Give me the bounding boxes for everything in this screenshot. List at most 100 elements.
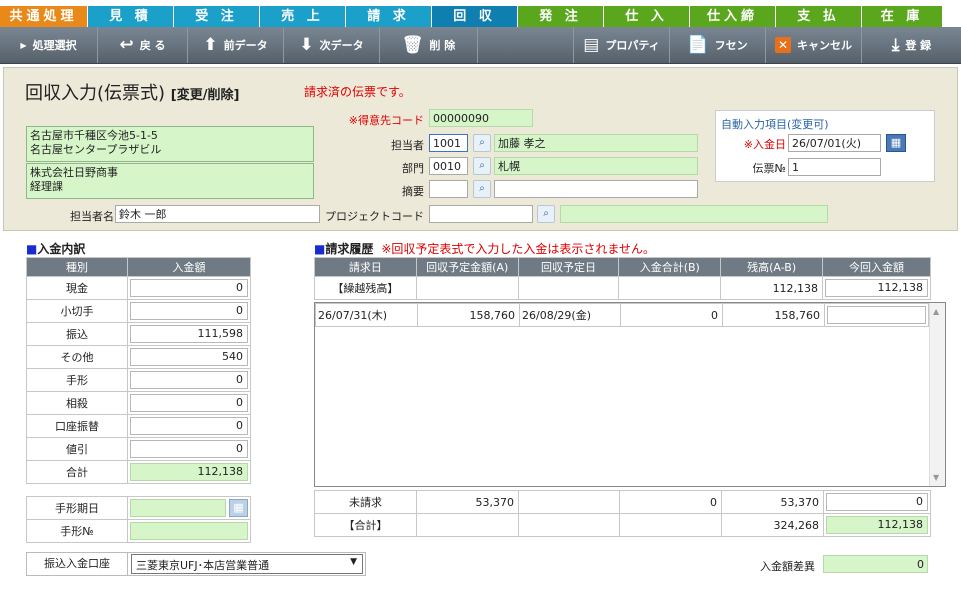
history-total-payment: 112,138 [826, 516, 928, 534]
unbilled-label: 未請求 [314, 490, 417, 514]
tab-9[interactable]: 支 払 [776, 6, 861, 27]
page-subtitle: [変更/削除] [170, 88, 240, 103]
contact-field[interactable]: 鈴木 一郎 [115, 205, 320, 223]
summary-search-icon[interactable]: ⌕ [473, 180, 491, 198]
dept-search-icon[interactable]: ⌕ [473, 157, 491, 175]
dept-code-field[interactable]: 0010 [429, 157, 468, 175]
tab-7[interactable]: 仕 入 [604, 6, 689, 27]
sticky-button[interactable]: 📄 フセン [670, 27, 766, 63]
history-list[interactable]: 26/07/31(木) 158,760 26/08/29(金) 0 158,760 ▲ … [314, 302, 946, 487]
staff-code-field[interactable]: 1001 [429, 134, 468, 152]
slip-no-field[interactable]: 1 [788, 158, 881, 176]
bank-account-value: 三菱東京UFJ･本店営業普通 [136, 559, 270, 572]
tab-8[interactable]: 仕入締 [690, 6, 775, 27]
delete-button[interactable]: 🗑 削 除 [380, 27, 478, 63]
difference-field: 0 [823, 555, 928, 573]
cancel-button[interactable]: ✕ キャンセル [766, 27, 862, 63]
breakdown-type: 相殺 [26, 391, 128, 415]
scroll-up-icon[interactable]: ▲ [933, 307, 939, 316]
triangle-right-icon: ▶ [20, 40, 27, 50]
calendar-icon[interactable]: ▦ [886, 134, 906, 152]
project-label: プロジェクトコード [325, 210, 424, 223]
page-title: 回収入力(伝票式) [変更/削除] [25, 79, 239, 105]
history-col-header: 残高(A-B) [720, 257, 824, 277]
status-notice: 請求済の伝票です。 [304, 85, 411, 99]
scroll-down-icon[interactable]: ▼ [933, 473, 939, 482]
bill-date-field[interactable] [130, 499, 226, 517]
sticky-note-icon: 📄 [687, 35, 709, 55]
bill-info-table: 手形期日 ▦ 手形№ [26, 496, 251, 543]
staff-search-icon[interactable]: ⌕ [473, 134, 491, 152]
history-scrollbar[interactable]: ▲ ▼ [929, 303, 945, 486]
bank-account-select[interactable]: 三菱東京UFJ･本店営業普通 ▼ [131, 554, 363, 574]
history-col-header: 今回入金額 [822, 257, 931, 277]
breakdown-type: 値引 [26, 437, 128, 461]
history-plan-date: 26/08/29(金) [519, 303, 621, 327]
tab-3[interactable]: 売 上 [260, 6, 345, 27]
tab-10[interactable]: 在 庫 [862, 6, 942, 27]
square-bullet-icon: ■ [314, 242, 326, 256]
summary-code-field[interactable] [429, 180, 468, 198]
delete-label: 削 除 [429, 39, 456, 52]
dropdown-arrow-icon: ▼ [350, 557, 357, 567]
breakdown-amount-field[interactable]: 540 [130, 348, 248, 366]
menu-select-button[interactable]: ▶ 処理選択 [0, 27, 98, 63]
breakdown-amount-field[interactable]: 0 [130, 417, 248, 435]
auto-input-box: 自動入力項目(変更可) ※入金日 26/07/01(火) ▦ 伝票№ 1 [715, 110, 935, 182]
project-search-icon[interactable]: ⌕ [537, 205, 555, 223]
breakdown-type: 口座振替 [26, 414, 128, 438]
breakdown-row: その他 540 [26, 345, 251, 369]
tab-5[interactable]: 回 収 [432, 6, 517, 27]
unbilled-payment-field[interactable]: 0 [826, 493, 928, 511]
history-heading: ■請求履歴 ※回収予定表式で入力した入金は表示されません。 [314, 240, 655, 257]
back-button[interactable]: ↩ 戻 る [98, 27, 188, 63]
bank-account-row: 振込入金口座 三菱東京UFJ･本店営業普通 ▼ [26, 552, 366, 576]
register-button[interactable]: ⤓ 登 録 [862, 27, 961, 63]
property-doc-icon: ▤ [583, 35, 600, 55]
breakdown-amount-field[interactable]: 0 [130, 302, 248, 320]
history-row: 26/07/31(木) 158,760 26/08/29(金) 0 158,760 [315, 303, 929, 327]
breakdown-amount-field[interactable]: 111,598 [130, 325, 248, 343]
difference-label: 入金額差異 [760, 560, 815, 573]
register-label: 登 録 [905, 39, 932, 52]
payment-date-field[interactable]: 26/07/01(火) [788, 134, 881, 152]
bill-no-field[interactable] [130, 522, 248, 540]
address-line-1: 名古屋市千種区今池5-1-5 [30, 129, 158, 142]
property-button[interactable]: ▤ プロパティ [574, 27, 670, 63]
next-data-button[interactable]: ⬇ 次データ [284, 27, 380, 63]
breakdown-heading: ■入金内訳 [26, 240, 85, 257]
customer-code-field[interactable]: 00000090 [429, 109, 533, 127]
breakdown-type: その他 [26, 345, 128, 369]
history-col-header: 回収予定金額(A) [415, 257, 519, 277]
toolbar-spacer [478, 27, 574, 63]
breakdown-amount-field[interactable]: 0 [130, 440, 248, 458]
company-field[interactable]: 株式会社日野商事 経理課 [26, 163, 314, 199]
tab-0[interactable]: 共通処理 [0, 6, 87, 27]
tab-2[interactable]: 受 注 [174, 6, 259, 27]
bank-account-label: 振込入金口座 [27, 553, 128, 575]
arrow-up-icon: ⬆ [203, 35, 218, 55]
unbilled-paid: 0 [619, 490, 722, 514]
tab-1[interactable]: 見 積 [88, 6, 173, 27]
history-note: ※回収予定表式で入力した入金は表示されません。 [381, 242, 656, 256]
return-arrow-icon: ↩ [119, 35, 134, 55]
contact-label: 担当者名 [70, 210, 114, 223]
toolbar: ▶ 処理選択 ↩ 戻 る ⬆ 前データ ⬇ 次データ 🗑 削 除 ▤ プロパティ… [0, 27, 961, 64]
address-field[interactable]: 名古屋市千種区今池5-1-5 名古屋センタープラザビル [26, 126, 314, 162]
carry-payment-field[interactable]: 112,138 [825, 279, 928, 297]
breakdown-amount-field[interactable]: 0 [130, 394, 248, 412]
project-code-field[interactable] [429, 205, 533, 223]
tab-6[interactable]: 発 注 [518, 6, 603, 27]
prev-data-button[interactable]: ⬆ 前データ [188, 27, 284, 63]
history-payment-field[interactable] [827, 306, 926, 324]
breakdown-amount-field[interactable]: 0 [130, 279, 248, 297]
breakdown-amount-field[interactable]: 0 [130, 371, 248, 389]
staff-label: 担当者 [391, 139, 424, 152]
summary-name-field[interactable] [494, 180, 698, 198]
address-line-2: 名古屋センタープラザビル [30, 143, 162, 156]
tab-4[interactable]: 請 求 [346, 6, 431, 27]
cancel-label: キャンセル [797, 39, 852, 52]
dept-name-field: 札幌 [494, 157, 698, 175]
trash-icon: 🗑 [401, 35, 424, 55]
calendar-icon[interactable]: ▦ [229, 499, 248, 517]
